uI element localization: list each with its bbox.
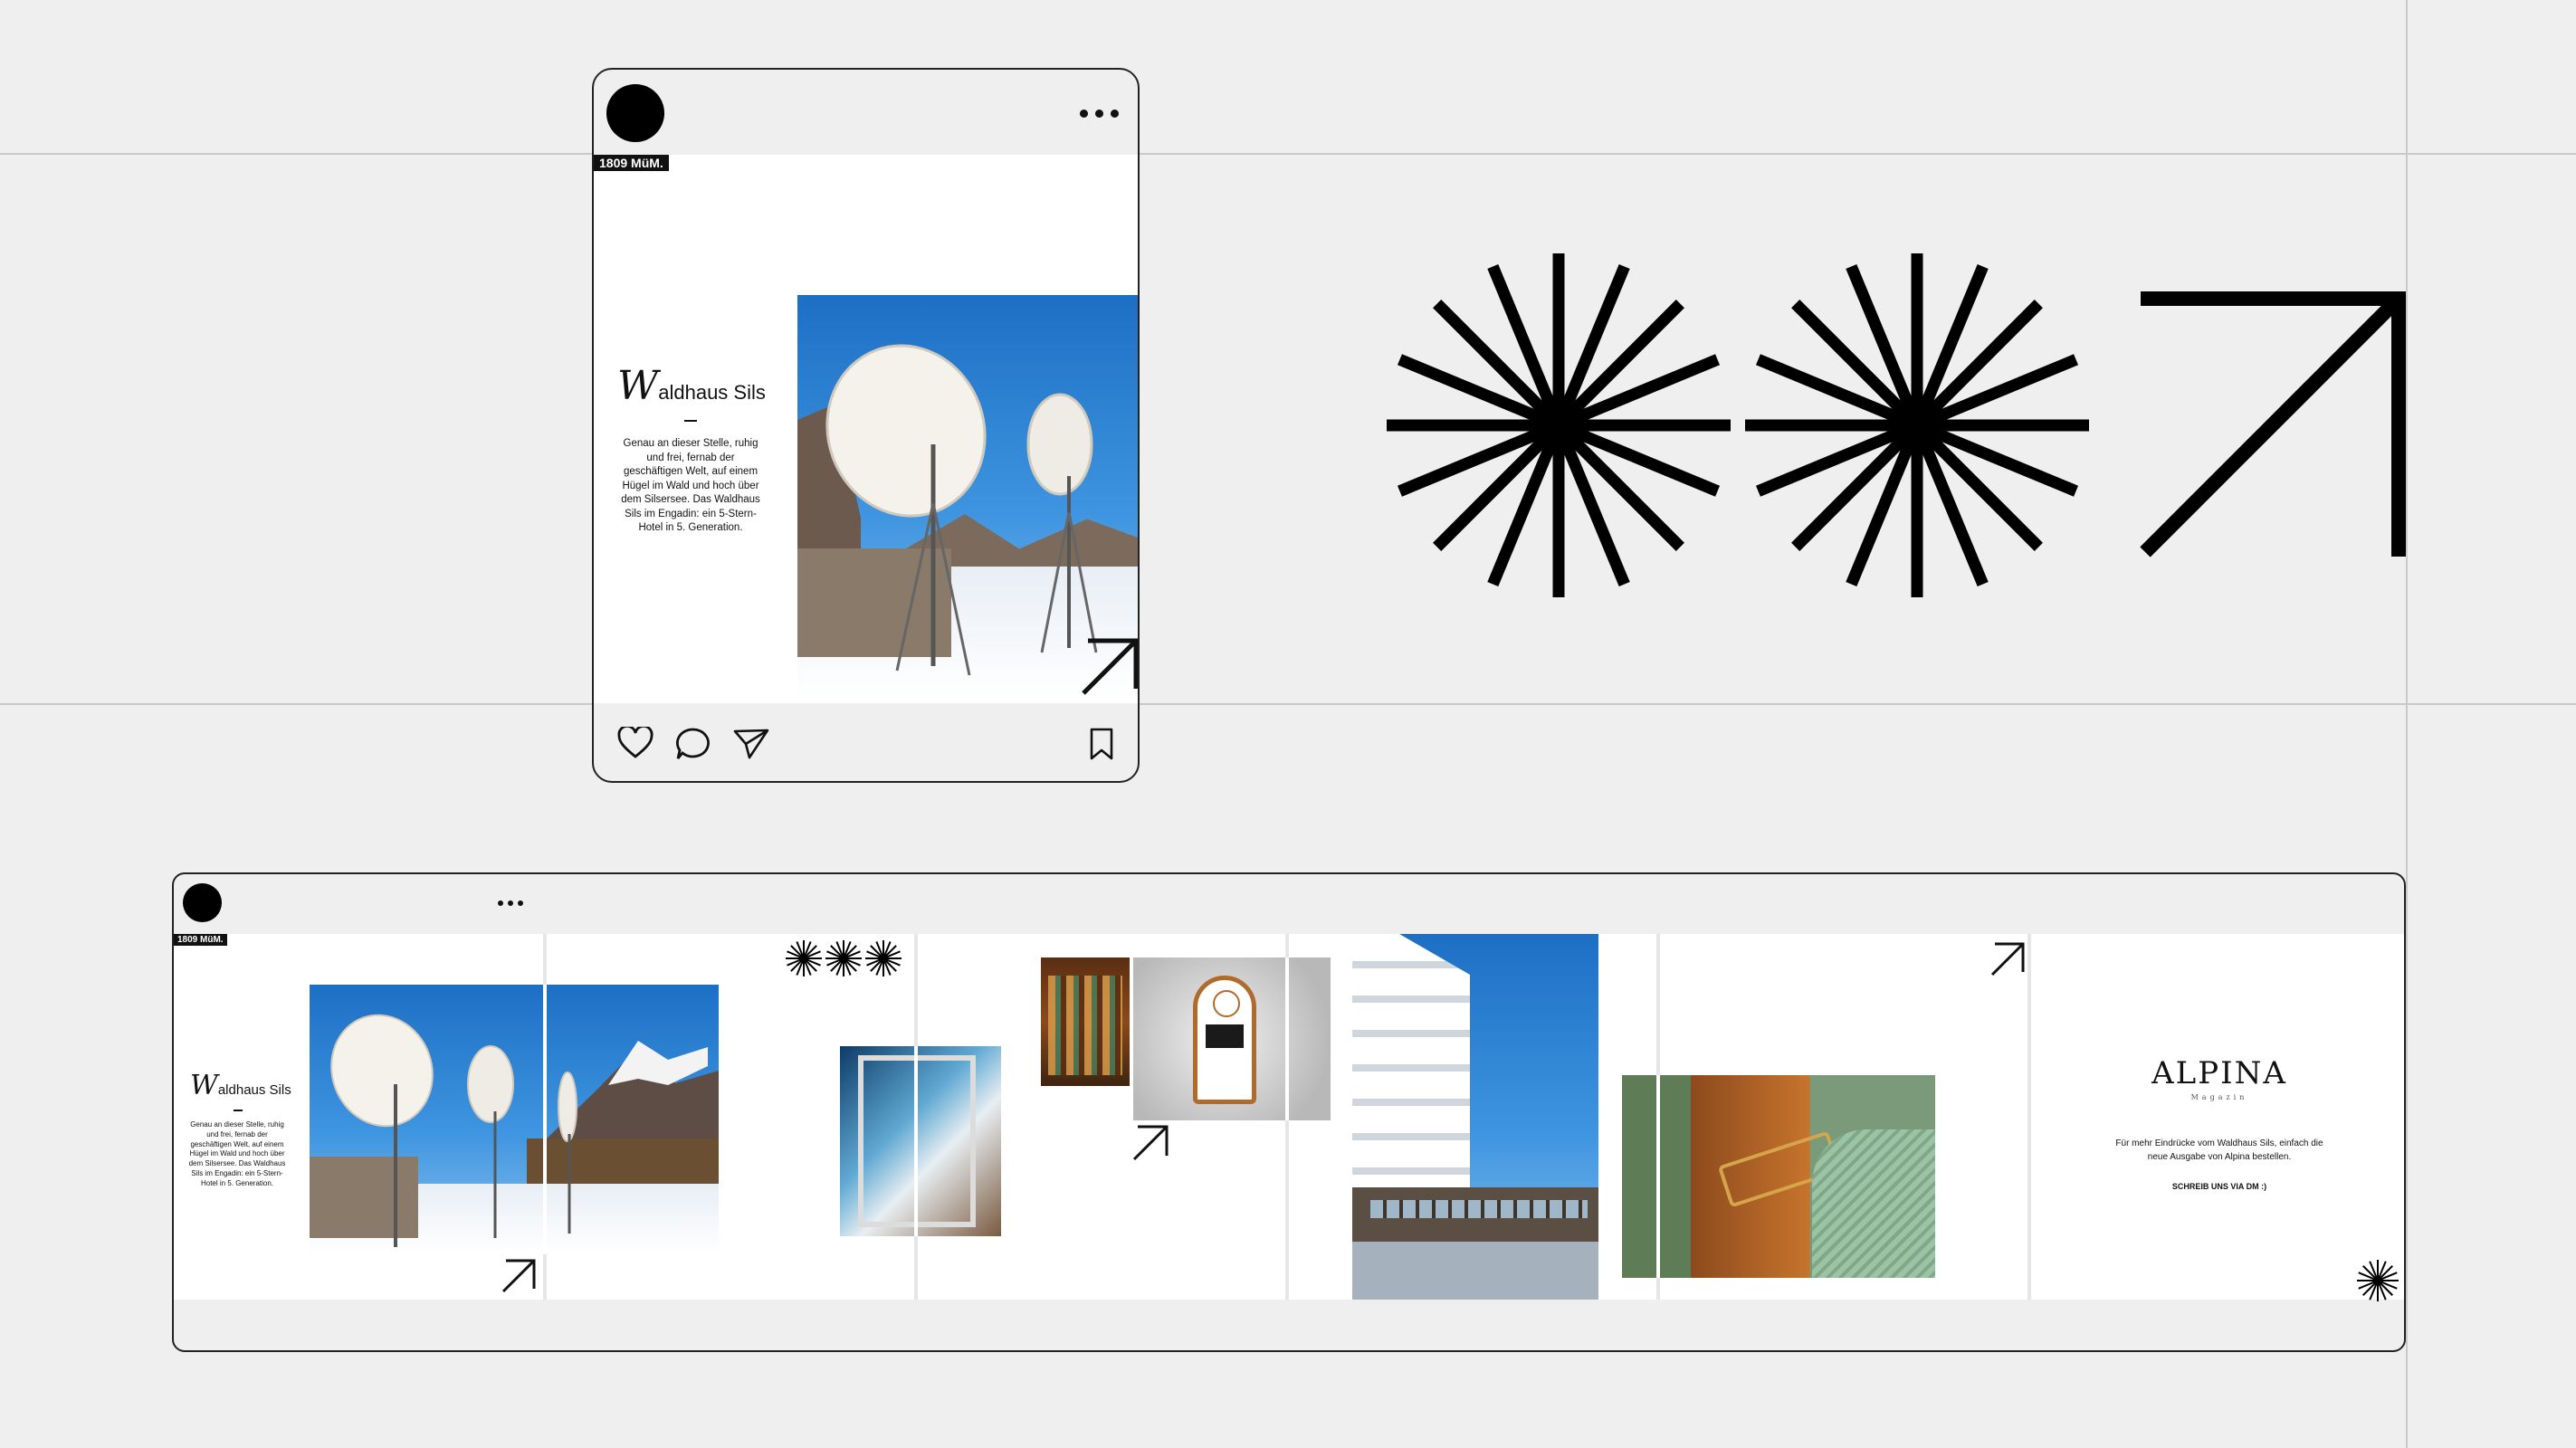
title-divider [234, 1110, 243, 1111]
starburst-icon [1745, 253, 2089, 597]
more-options-icon[interactable] [498, 900, 523, 906]
hotel-building-photo [1352, 934, 1598, 1300]
slide-divider [914, 1046, 918, 1236]
slide-divider [1285, 957, 1289, 1120]
post-title: Waldhaus Sils [617, 363, 766, 409]
arrow-up-right-icon [501, 1259, 536, 1293]
starburst-icon [865, 940, 902, 976]
clock-panel [1206, 1024, 1244, 1048]
comment-icon[interactable] [675, 727, 711, 761]
post-body-text: Genau an dieser Stelle, ruhig und frei, … [621, 438, 760, 534]
hotel-facade [1352, 934, 1470, 1205]
guide-line [0, 703, 2576, 705]
avatar[interactable] [606, 84, 664, 142]
title-initial: W [617, 363, 659, 409]
satellite-dish-photo [310, 985, 719, 1254]
arrow-up-right-icon [1132, 1125, 1169, 1161]
glass-door-photo [840, 1046, 1001, 1236]
more-options-icon[interactable] [1080, 110, 1119, 118]
carousel-body-text: Genau an dieser Stelle, ruhig und frei, … [188, 1120, 286, 1187]
title-rest: aldhaus Sils [217, 1082, 291, 1098]
satellite-dishes [330, 1014, 577, 1247]
guide-line [0, 153, 2576, 155]
shelf-bottles [1048, 976, 1122, 1075]
green-fabric [1812, 1129, 1935, 1278]
starburst-icon [825, 940, 862, 976]
title-divider [684, 420, 697, 422]
cta-link[interactable]: SCHREIB UNS VIA DM :) [2111, 1182, 2328, 1191]
leather-bag-photo [1622, 1075, 1935, 1278]
clock-dial [1213, 990, 1240, 1017]
altitude-badge: 1809 MüM. [594, 155, 669, 171]
starburst-icon [786, 940, 822, 976]
starburst-icon [1387, 253, 1731, 597]
bookmark-icon[interactable] [1088, 727, 1115, 761]
carousel-strip: 1809 MüM. Waldhaus Sils Genau an dieser … [174, 934, 2404, 1301]
slide-divider [543, 985, 547, 1254]
cta-text: Für mehr Eindrücke vom Waldhaus Sils, ei… [2115, 1138, 2323, 1162]
alpina-logo-subtitle: Magazin [2190, 1093, 2248, 1101]
arrow-up-right-icon [1990, 942, 2025, 976]
title-rest: aldhaus Sils [658, 381, 766, 404]
clock-photo [1133, 957, 1331, 1120]
carousel-mockup: 1809 MüM. Waldhaus Sils Genau an dieser … [172, 872, 2406, 1352]
avatar[interactable] [183, 883, 222, 922]
share-icon[interactable] [733, 728, 769, 760]
shelf-photo [1041, 957, 1130, 1086]
footbridge-windows [1370, 1200, 1588, 1218]
title-initial: W [190, 1070, 218, 1101]
heart-icon[interactable] [617, 727, 654, 759]
slide-divider [2027, 934, 2031, 1300]
arrow-up-right-icon [1082, 638, 1138, 695]
altitude-badge: 1809 MüM. [174, 934, 227, 946]
slide-divider [1656, 1075, 1660, 1278]
starburst-icon [2357, 1260, 2399, 1301]
lower-building [1352, 1242, 1598, 1300]
carousel-title: Waldhaus Sils [190, 1070, 291, 1101]
guide-line [2406, 0, 2408, 1448]
alpina-logo: ALPINA [2151, 1055, 2287, 1091]
post-image-area: 1809 MüM. Waldhaus Sils Genau an dieser … [594, 155, 1138, 703]
arrow-up-right-icon [2140, 291, 2406, 557]
instagram-post-mockup: 1809 MüM. Waldhaus Sils Genau an dieser … [592, 68, 1140, 783]
